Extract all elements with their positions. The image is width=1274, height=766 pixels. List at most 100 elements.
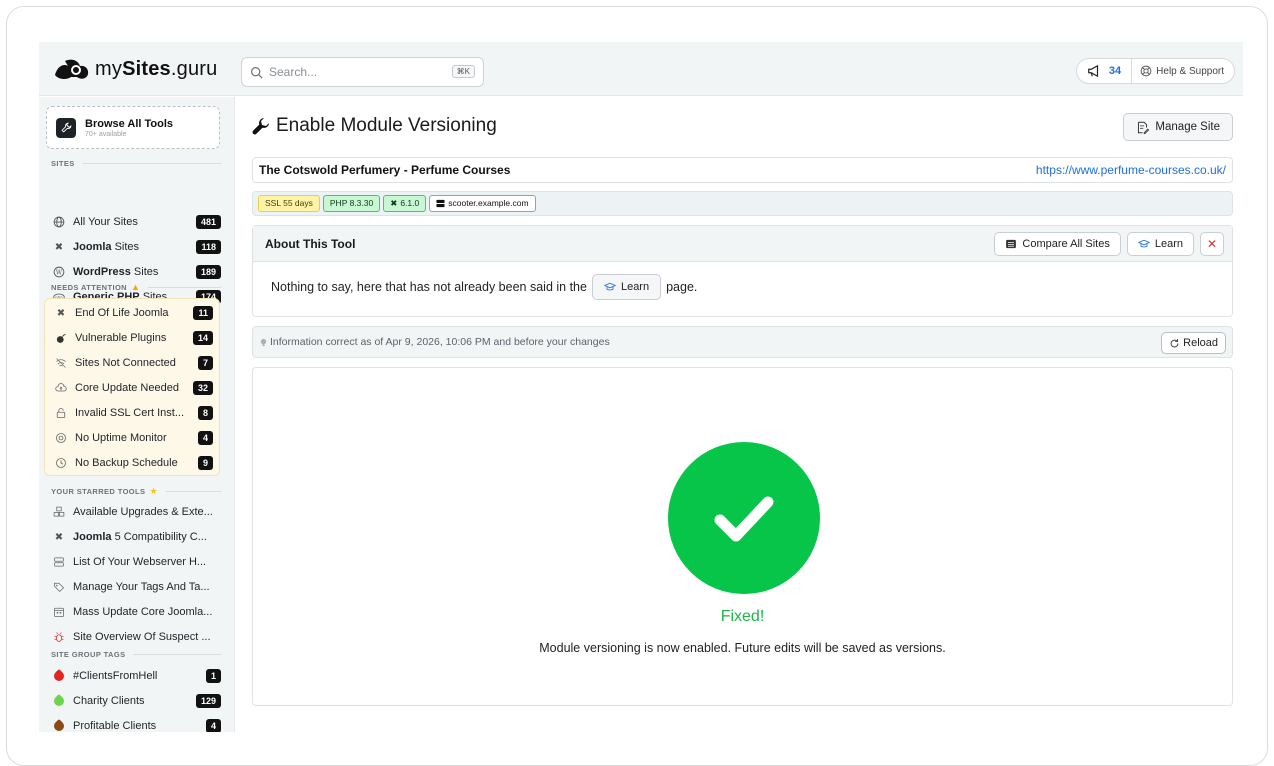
sidebar-item-wordpress-sites[interactable]: W WordPress Sites 189: [53, 262, 221, 282]
brand-logo[interactable]: mySites.guru: [53, 56, 217, 82]
browse-title: Browse All Tools: [85, 117, 174, 130]
about-tool-title: About This Tool: [265, 236, 356, 251]
sidebar-item-invalid-ssl[interactable]: Invalid SSL Cert Inst... 8: [55, 403, 213, 423]
search-input[interactable]: [269, 65, 439, 79]
about-text: Nothing to say, here that has not alread…: [271, 280, 587, 294]
sidebar-item-label: Manage Your Tags And Ta...: [73, 581, 210, 593]
compare-all-sites-button[interactable]: Compare All Sites: [994, 232, 1121, 256]
result-panel: Fixed! Module versioning is now enabled.…: [252, 367, 1233, 706]
sidebar-item-webserver-hosts[interactable]: List Of Your Webserver H...: [53, 552, 221, 572]
star-icon: ★: [149, 486, 158, 496]
sidebar-item-joomla-sites[interactable]: ✖ Joomla Sites 118: [53, 237, 221, 257]
close-button[interactable]: ✕: [1200, 232, 1224, 256]
warning-icon: ▲: [131, 282, 141, 292]
sidebar-item-label: Invalid SSL Cert Inst...: [75, 407, 185, 419]
tag-color: [51, 668, 67, 684]
info-status-bar: Information correct as of Apr 9, 2026, 1…: [252, 326, 1233, 358]
calendar-icon: [53, 606, 65, 618]
notifications-count: 34: [1108, 65, 1122, 77]
success-check-icon: [668, 442, 820, 594]
count-badge: 1: [205, 669, 221, 683]
count-badge: 189: [195, 265, 221, 279]
compare-label: Compare All Sites: [1022, 238, 1110, 250]
count-badge: 8: [197, 406, 213, 420]
ssl-chip[interactable]: SSL 55 days: [258, 195, 320, 212]
list-icon: [1006, 239, 1017, 249]
sidebar-item-no-uptime-monitor[interactable]: No Uptime Monitor 4: [55, 428, 213, 448]
about-tool-card: About This Tool Compare All Sites Learn …: [252, 225, 1233, 317]
sidebar-item-available-upgrades[interactable]: Available Upgrades & Exte...: [53, 502, 221, 522]
count-badge: 9: [197, 456, 213, 470]
count-badge: 32: [192, 381, 213, 395]
about-tool-body: Nothing to say, here that has not alread…: [253, 262, 1232, 300]
notifications-button[interactable]: 34: [1077, 59, 1133, 83]
sidebar-item-label: #ClientsFromHell: [73, 670, 158, 682]
wrench-icon: [56, 117, 76, 138]
sidebar-item-label: WordPress Sites: [73, 266, 159, 278]
page-title-row: Enable Module Versioning: [252, 115, 497, 137]
sidebar-item-tag-clients-from-hell[interactable]: #ClientsFromHell 1: [51, 666, 221, 686]
sidebar-item-label: End Of Life Joomla: [75, 307, 169, 319]
search-box[interactable]: ⌘K: [241, 57, 484, 87]
window-frame: mySites.guru ⌘K 34 Help & Support: [6, 6, 1268, 766]
wrench-icon: [252, 118, 269, 135]
app: mySites.guru ⌘K 34 Help & Support: [39, 42, 1243, 732]
joomla-icon: ✖: [56, 307, 66, 319]
sidebar-item-label: No Uptime Monitor: [75, 432, 167, 444]
about-tool-actions: Compare All Sites Learn ✕: [994, 232, 1224, 256]
reload-label: Reload: [1183, 337, 1218, 349]
learn-inline-button[interactable]: Learn: [591, 274, 662, 300]
graduation-cap-icon: [1137, 239, 1150, 248]
cloud-up-icon: [55, 382, 67, 394]
search-shortcut: ⌘K: [451, 65, 475, 78]
bomb-icon: [55, 332, 67, 344]
sidebar-item-sites-not-connected[interactable]: Sites Not Connected 7: [55, 353, 213, 373]
sidebar-item-label: Joomla Sites: [73, 241, 140, 253]
sidebar-item-manage-tags[interactable]: Manage Your Tags And Ta...: [53, 577, 221, 597]
browse-all-tools-button[interactable]: Browse All Tools 70+ available: [46, 106, 220, 149]
learn-button[interactable]: Learn: [1126, 232, 1194, 256]
count-badge: 129: [195, 694, 221, 708]
sidebar-item-all-sites[interactable]: All Your Sites 481: [53, 212, 221, 232]
count-badge: 118: [196, 240, 221, 254]
sidebar-item-label: Profitable Clients: [73, 720, 157, 732]
close-icon: ✕: [1206, 237, 1218, 251]
sidebar-item-mass-update-core[interactable]: Mass Update Core Joomla...: [53, 602, 221, 622]
refresh-icon: [1170, 338, 1179, 347]
count-badge: 14: [192, 331, 213, 345]
manage-site-label: Manage Site: [1155, 121, 1220, 133]
manage-site-button[interactable]: Manage Site: [1123, 113, 1233, 141]
sidebar-item-site-overview-suspect[interactable]: Site Overview Of Suspect ...: [53, 627, 221, 647]
count-badge: 4: [197, 431, 213, 445]
tag-icon: [51, 668, 67, 684]
sidebar-item-no-backup-schedule[interactable]: No Backup Schedule 9: [55, 453, 213, 473]
browse-subtitle: 70+ available: [85, 130, 127, 138]
sidebar-item-vulnerable-plugins[interactable]: Vulnerable Plugins 14: [55, 328, 213, 348]
count-badge: 7: [197, 356, 213, 370]
host-chip[interactable]: scooter.example.com: [429, 195, 536, 212]
help-support-button[interactable]: Help & Support: [1132, 59, 1234, 83]
sidebar-item-label: List Of Your Webserver H...: [73, 556, 207, 568]
sidebar-item-tag-profitable-clients[interactable]: Profitable Clients 4: [51, 716, 221, 732]
sidebar-item-joomla-5-compat[interactable]: ✖ Joomla 5 Compatibility C...: [53, 527, 221, 547]
about-text-end: page.: [666, 280, 698, 294]
sidebar-item-core-update-needed[interactable]: Core Update Needed 32: [55, 378, 213, 398]
sidebar-item-tag-charity-clients[interactable]: Charity Clients 129: [51, 691, 221, 711]
target-icon: [55, 432, 67, 444]
lock-icon: [55, 407, 67, 419]
sidebar-item-end-of-life-joomla[interactable]: ✖ End Of Life Joomla 11: [55, 303, 213, 323]
php-version-chip[interactable]: PHP 8.3.30: [322, 195, 381, 212]
header-actions: 34 Help & Support: [1075, 58, 1235, 84]
site-url-link[interactable]: https://www.perfume-courses.co.uk/: [1036, 163, 1226, 177]
learn-label: Learn: [1154, 238, 1183, 250]
reload-button[interactable]: Reload: [1161, 332, 1226, 354]
needs-attention-title: NEEDS ATTENTION ▲: [51, 282, 221, 292]
joomla-version-chip[interactable]: ✖ 6.1.0: [383, 195, 427, 212]
main-content: Enable Module Versioning Manage Site The…: [236, 97, 1243, 732]
tag-icon: [51, 693, 67, 709]
page-title: Enable Module Versioning: [276, 115, 497, 136]
clock-icon: [55, 457, 67, 469]
site-group-tags-title: SITE GROUP TAGS: [51, 650, 221, 659]
sidebar-item-label: No Backup Schedule: [75, 457, 178, 469]
sidebar-item-label: Available Upgrades & Exte...: [73, 506, 213, 518]
